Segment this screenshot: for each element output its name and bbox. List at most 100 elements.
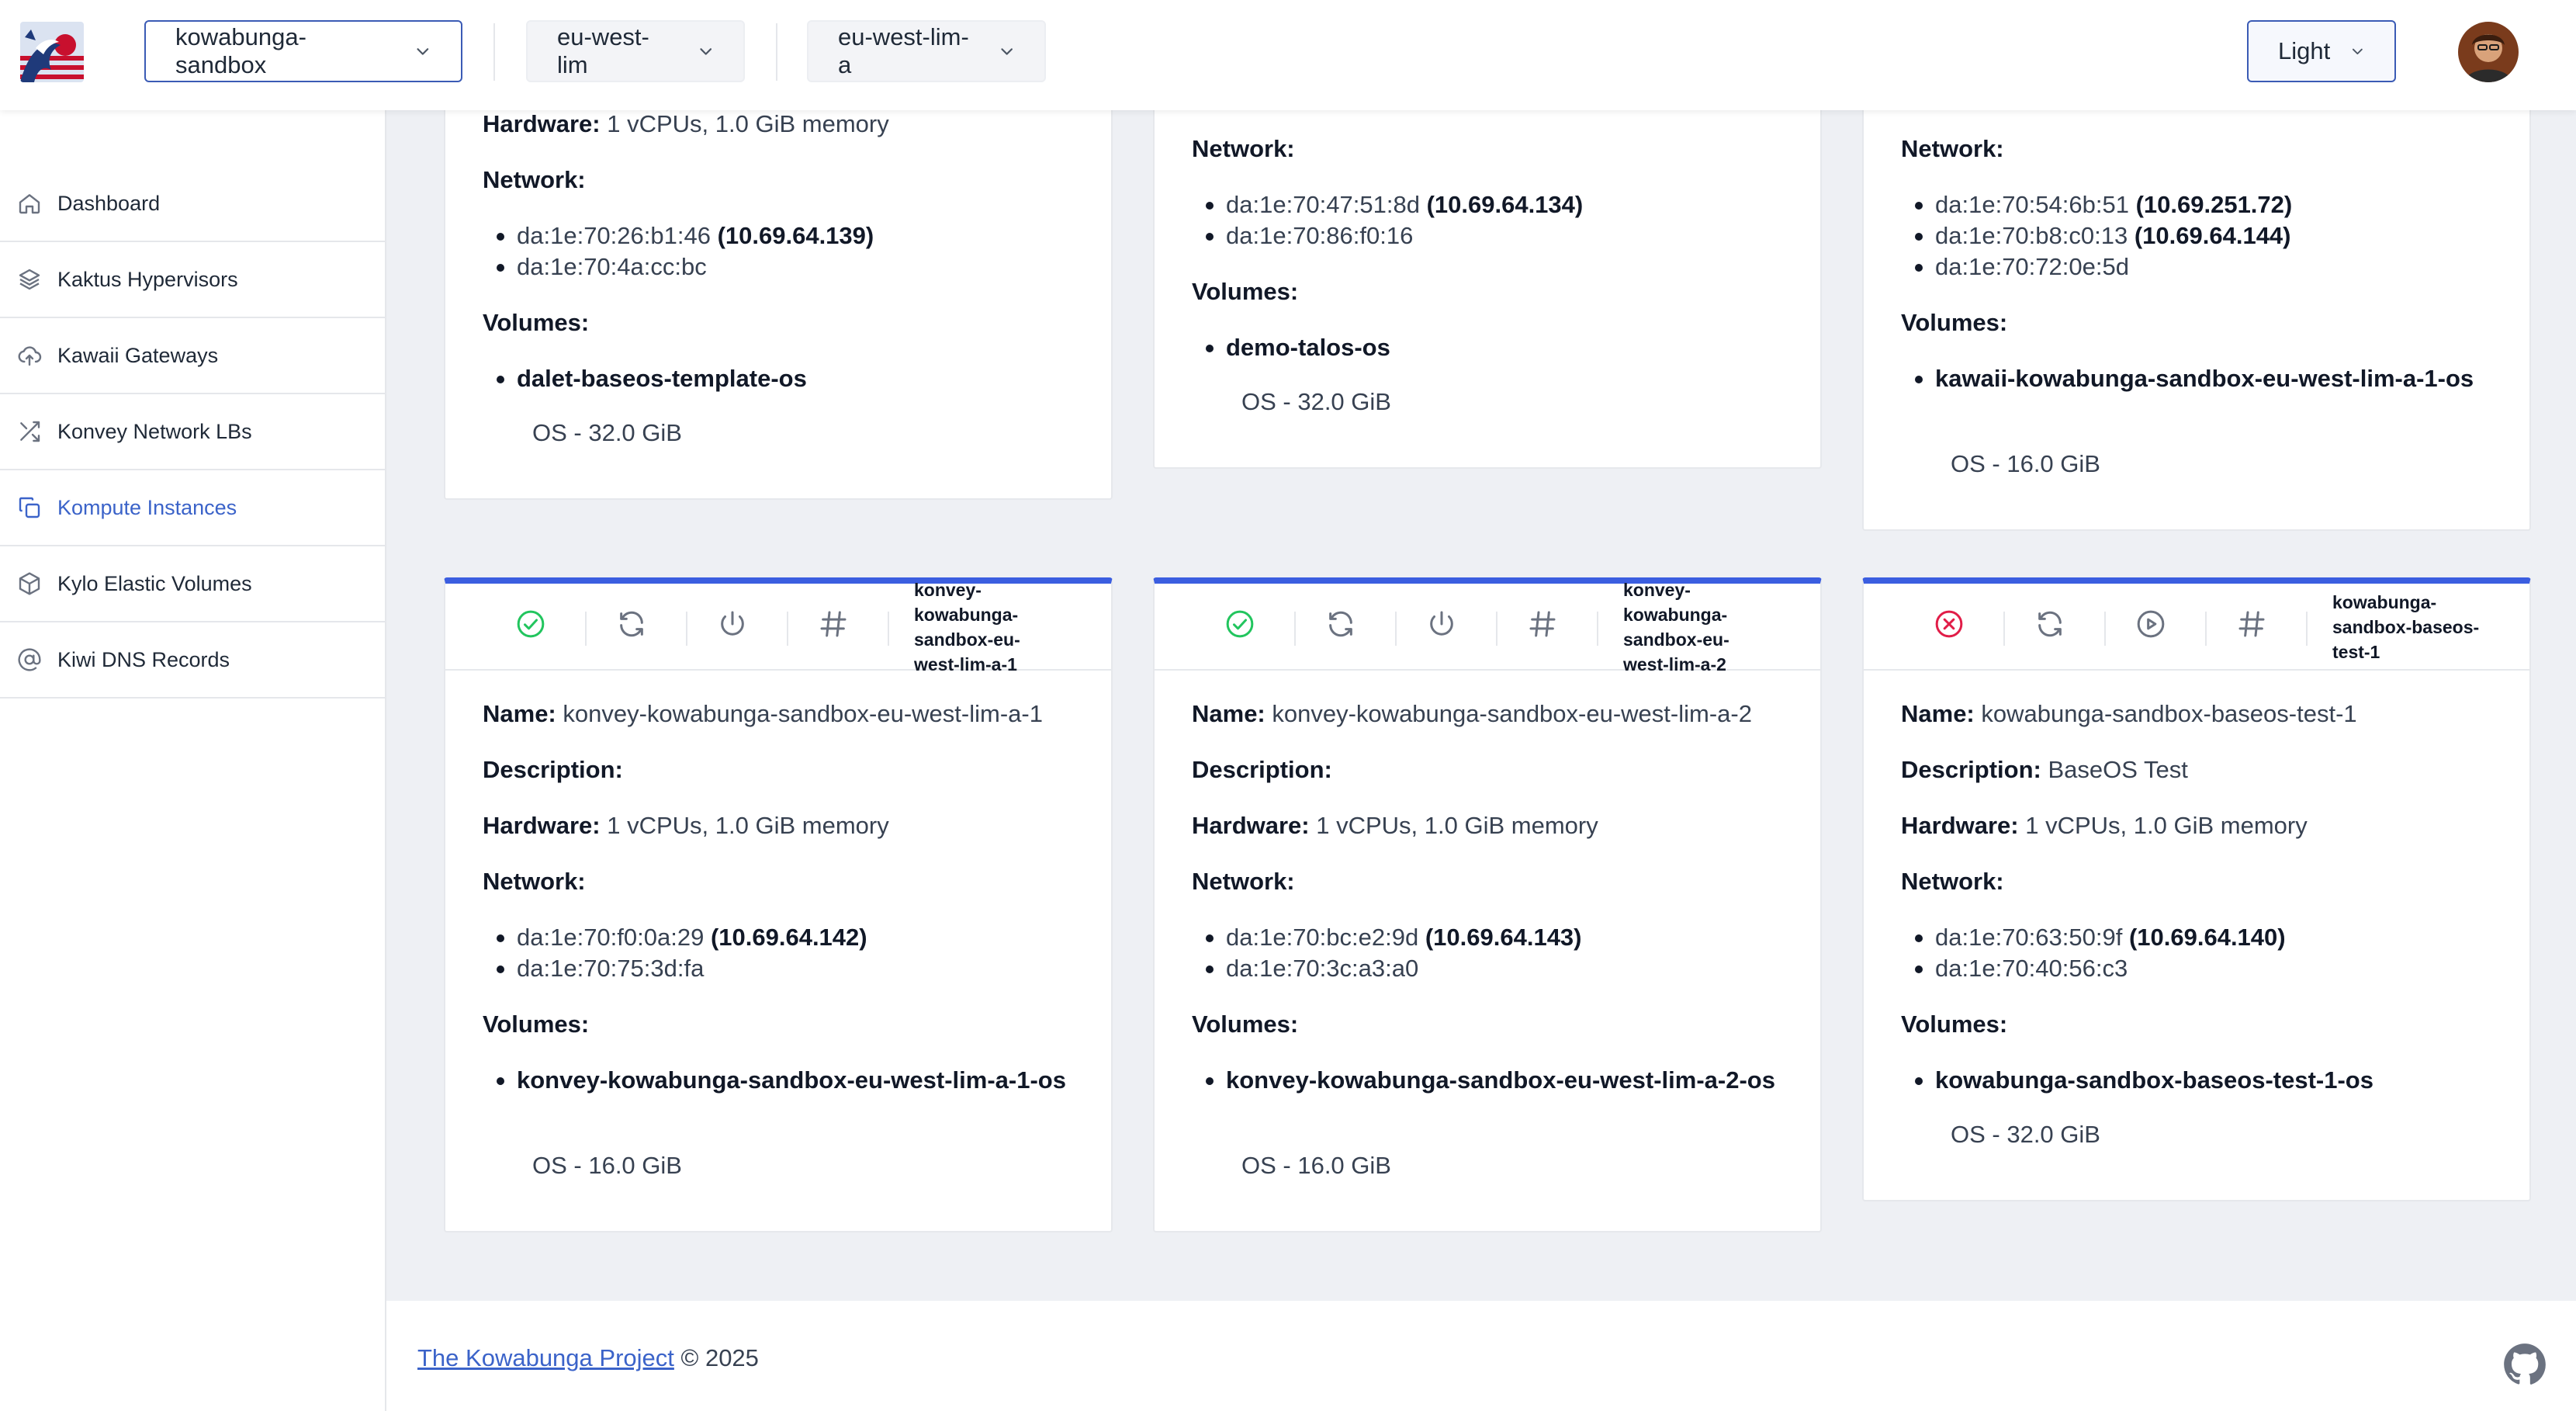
list-item: da:1e:70:63:50:9f (10.69.64.140) (1913, 922, 2498, 953)
sidebar-item-konvey-network-lbs[interactable]: Konvey Network LBs (0, 394, 386, 470)
instance-short-name: konvey-kowabunga-sandbox-eu-west-lim-a-2 (1623, 580, 1729, 674)
volumes-list: kawaii-kowabunga-sandbox-eu-west-lim-a-1… (1913, 363, 2498, 394)
sidebar-item-label: Kiwi DNS Records (57, 647, 230, 671)
volumes-list: dalet-baseos-template-os (495, 363, 1080, 394)
layers-icon (19, 269, 40, 290)
network-list: da:1e:70:26:b1:46 (10.69.64.139) da:1e:7… (495, 220, 1080, 283)
sidebar-item-kaktus-hypervisors[interactable]: Kaktus Hypervisors (0, 242, 386, 318)
region-selector-value: eu-west-lim (557, 23, 649, 78)
sidebar-item-kylo-elastic-volumes[interactable]: Kylo Elastic Volumes (0, 546, 386, 622)
hardware-field: Hardware: 1 vCPUs, 1.0 GiB memory (1901, 812, 2308, 839)
instance-short-name: konvey-kowabunga-sandbox-eu-west-lim-a-1 (914, 580, 1020, 674)
status-running-icon[interactable] (1221, 605, 1259, 643)
power-icon[interactable] (1423, 605, 1460, 643)
chevron-down-icon (417, 48, 429, 55)
sidebar: Dashboard Kaktus Hypervisors Kawaii Gate… (0, 110, 386, 1411)
list-item: dalet-baseos-template-os (495, 363, 1080, 394)
top-bar: kowabunga-sandbox eu-west-lim eu-west-li… (0, 0, 2576, 110)
list-item: kawaii-kowabunga-sandbox-eu-west-lim-a-1… (1913, 363, 2498, 394)
zone-selector[interactable]: eu-west-lim-a (807, 20, 1046, 82)
sidebar-item-dashboard[interactable]: Dashboard (0, 166, 386, 242)
cloud-selector-value: kowabunga-sandbox (175, 23, 306, 78)
volume-size: OS - 32.0 GiB (532, 419, 682, 446)
hashtag-icon[interactable] (815, 605, 852, 643)
toolbar-divider (888, 612, 889, 646)
user-avatar[interactable] (2458, 22, 2519, 82)
reboot-icon[interactable] (2031, 605, 2069, 643)
list-item: da:1e:70:47:51:8d (10.69.64.134) (1204, 189, 1789, 220)
sidebar-item-kiwi-dns-records[interactable]: Kiwi DNS Records (0, 622, 386, 699)
network-list: da:1e:70:63:50:9f (10.69.64.140) da:1e:7… (1913, 922, 2498, 984)
sidebar-item-kawaii-gateways[interactable]: Kawaii Gateways (0, 318, 386, 394)
volumes-heading: Volumes: (483, 1011, 590, 1038)
instance-short-name: kowabunga-sandbox-baseos-test-1 (2332, 592, 2480, 662)
region-selector[interactable]: eu-west-lim (526, 20, 745, 82)
list-item: da:1e:70:40:56:c3 (1913, 953, 2498, 984)
network-heading: Network: (1192, 135, 1295, 162)
status-stopped-icon[interactable] (1930, 605, 1968, 643)
list-item: da:1e:70:26:b1:46 (10.69.64.139) (495, 220, 1080, 251)
hardware-field: Hardware: 1 vCPUs, 1.0 GiB memory (483, 812, 889, 839)
kowabunga-logo[interactable] (20, 22, 84, 82)
header-divider (776, 23, 777, 81)
instance-toolbar: kowabunga-sandbox-baseos-test-1 (1864, 584, 2529, 671)
list-item: da:1e:70:4a:cc:bc (495, 251, 1080, 283)
toolbar-divider (2205, 612, 2207, 646)
zone-selector-value: eu-west-lim-a (838, 23, 969, 78)
toolbar-divider (1496, 612, 1497, 646)
theme-selector[interactable]: Light (2247, 20, 2396, 82)
toolbar-divider (2104, 612, 2106, 646)
volumes-list: demo-talos-os (1204, 332, 1789, 363)
toolbar-divider (686, 612, 687, 646)
hashtag-icon[interactable] (2233, 605, 2270, 643)
chevron-down-icon (2353, 48, 2363, 55)
play-icon[interactable] (2132, 605, 2169, 643)
list-item: da:1e:70:bc:e2:9d (10.69.64.143) (1204, 922, 1789, 953)
sidebar-item-kompute-instances[interactable]: Kompute Instances (0, 470, 386, 546)
github-icon[interactable] (2503, 1343, 2547, 1386)
network-heading: Network: (1901, 135, 2004, 162)
reboot-icon[interactable] (1322, 605, 1359, 643)
network-heading: Network: (1901, 868, 2004, 895)
list-item: da:1e:70:54:6b:51 (10.69.251.72) (1913, 189, 2498, 220)
list-item: da:1e:70:86:f0:16 (1204, 220, 1789, 251)
volumes-heading: Volumes: (483, 309, 590, 336)
network-heading: Network: (483, 868, 586, 895)
shuffle-icon (20, 421, 40, 442)
list-item: da:1e:70:72:0e:5d (1913, 251, 2498, 283)
list-item: demo-talos-os (1204, 332, 1789, 363)
sidebar-item-label: Konvey Network LBs (57, 419, 252, 443)
description-field: Description: (483, 756, 623, 783)
hardware-field: Hardware: 1 vCPUs, 1.0 GiB memory (1192, 812, 1598, 839)
instance-card: Network: da:1e:70:47:51:8d (10.69.64.134… (1153, 78, 1822, 469)
home-icon (19, 194, 40, 214)
toolbar-divider (585, 612, 587, 646)
name-field: Name: konvey-kowabunga-sandbox-eu-west-l… (1192, 700, 1752, 727)
toolbar-divider (2003, 612, 2005, 646)
network-list: da:1e:70:54:6b:51 (10.69.251.72) da:1e:7… (1913, 189, 2498, 283)
volumes-heading: Volumes: (1192, 1011, 1299, 1038)
network-list: da:1e:70:bc:e2:9d (10.69.64.143) da:1e:7… (1204, 922, 1789, 984)
reboot-icon[interactable] (613, 605, 650, 643)
toolbar-divider (1597, 612, 1598, 646)
list-item: da:1e:70:75:3d:fa (495, 953, 1080, 984)
list-item: da:1e:70:3c:a3:a0 (1204, 953, 1789, 984)
volume-size: OS - 16.0 GiB (532, 1152, 682, 1179)
chevron-down-icon (699, 48, 712, 55)
list-item: kowabunga-sandbox-baseos-test-1-os (1913, 1065, 2498, 1096)
footer: The Kowabunga Project © 2025 (386, 1301, 2576, 1411)
volume-size: OS - 32.0 GiB (1241, 388, 1391, 415)
project-link[interactable]: The Kowabunga Project (417, 1344, 674, 1371)
toolbar-divider (2306, 612, 2308, 646)
toolbar-divider (1294, 612, 1296, 646)
hashtag-icon[interactable] (1524, 605, 1561, 643)
volumes-heading: Volumes: (1192, 278, 1299, 305)
chevron-down-icon (1001, 48, 1013, 55)
description-field: Description: BaseOS Test (1901, 756, 2188, 783)
power-icon[interactable] (714, 605, 751, 643)
status-running-icon[interactable] (512, 605, 549, 643)
cloud-upload-icon (18, 346, 42, 366)
cloud-selector[interactable]: kowabunga-sandbox (144, 20, 462, 82)
name-field: Name: konvey-kowabunga-sandbox-eu-west-l… (483, 700, 1043, 727)
sidebar-item-label: Kompute Instances (57, 495, 237, 519)
